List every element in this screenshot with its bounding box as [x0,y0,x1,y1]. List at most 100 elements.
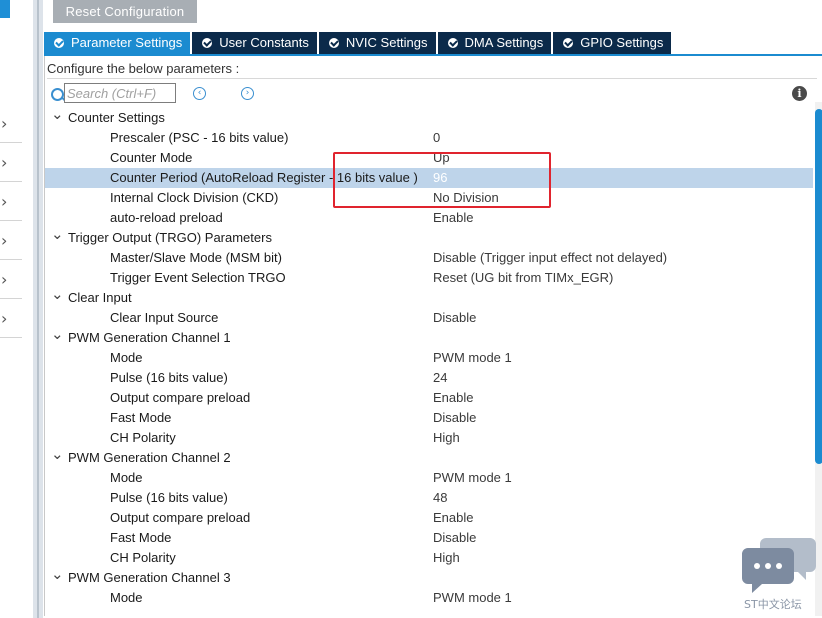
chevron-right-icon: › [1,270,8,289]
parameter-name: CH Polarity [110,550,176,565]
info-icon[interactable]: i [792,86,807,101]
reset-configuration-button[interactable]: Reset Configuration [53,0,197,23]
chevron-right-icon: › [1,153,8,172]
group-header[interactable]: ⌄ Clear Input [45,285,813,308]
parameter-name: Trigger Event Selection TRGO [110,270,286,285]
group-header[interactable]: ⌄ PWM Generation Channel 3 [45,565,813,588]
parameter-row[interactable]: Mode PWM mode 1 [45,348,813,368]
group-title: PWM Generation Channel 2 [68,450,231,465]
tab-user-constants[interactable]: User Constants [192,32,317,54]
parameter-row[interactable]: auto-reload preload Enable [45,208,813,228]
parameter-row[interactable]: Mode PWM mode 1 [45,468,813,488]
splitter-handle[interactable] [37,0,39,618]
chevron-down-icon[interactable]: ⌄ [51,564,64,584]
check-circle-icon [447,38,458,48]
parameter-name: Internal Clock Division (CKD) [110,190,279,205]
parameter-value[interactable]: High [433,428,460,448]
parameter-row[interactable]: Output compare preload Enable [45,508,813,528]
tab-dma-settings[interactable]: DMA Settings [437,32,552,54]
parameter-row[interactable]: Prescaler (PSC - 16 bits value) 0 [45,128,813,148]
chevron-down-icon[interactable]: ⌄ [51,104,64,124]
scrollbar-thumb[interactable] [815,109,822,464]
parameter-value[interactable]: Reset (UG bit from TIMx_EGR) [433,268,613,288]
tab-label: DMA Settings [464,35,544,50]
left-expand-item[interactable]: › [0,299,22,338]
parameter-value[interactable]: 24 [433,368,447,388]
group-title: Clear Input [68,290,132,305]
parameter-row[interactable]: Pulse (16 bits value) 24 [45,368,813,388]
parameter-row[interactable]: Mode PWM mode 1 [45,588,813,608]
parameter-value[interactable]: PWM mode 1 [433,348,512,368]
parameter-name: Fast Mode [110,530,172,545]
left-expand-item[interactable]: › [0,104,22,143]
tab-parameter-settings[interactable]: Parameter Settings [44,32,191,54]
parameter-name: Pulse (16 bits value) [110,490,228,505]
parameter-row[interactable]: Fast Mode Disable [45,528,813,548]
tab-label: NVIC Settings [345,35,428,50]
parameter-value[interactable]: PWM mode 1 [433,468,512,488]
check-circle-icon [202,38,213,48]
configure-label: Configure the below parameters : [47,60,817,79]
left-side-panel: › › › › › › [0,0,34,618]
check-circle-icon [328,38,339,48]
chevron-down-icon[interactable]: ⌄ [51,324,64,344]
parameter-row[interactable]: Master/Slave Mode (MSM bit) Disable (Trig… [45,248,813,268]
parameter-value[interactable]: Enable [433,208,473,228]
parameter-name: Mode [110,590,143,605]
search-input[interactable] [64,83,176,103]
parameter-row[interactable]: Output compare preload Enable [45,388,813,408]
parameter-name: Output compare preload [110,390,251,405]
group-title: PWM Generation Channel 3 [68,570,231,585]
chevron-down-icon[interactable]: ⌄ [51,444,64,464]
parameter-value[interactable]: High [433,548,460,568]
left-panel-tab[interactable] [0,0,10,18]
left-expand-item[interactable]: › [0,260,22,299]
parameter-value[interactable]: Disable [433,408,476,428]
left-expand-item[interactable]: › [0,221,22,260]
parameter-value[interactable]: Enable [433,508,473,528]
check-circle-icon [54,38,64,48]
parameter-row[interactable]: Pulse (16 bits value) 48 [45,488,813,508]
chevron-right-icon: › [1,309,8,328]
parameter-name: Counter Mode [110,150,193,165]
left-expand-item[interactable]: › [0,143,22,182]
parameter-name: Fast Mode [110,410,172,425]
parameter-value[interactable]: Disable [433,528,476,548]
settings-tabs: Parameter Settings User Constants NVIC Set… [44,32,673,54]
parameter-value[interactable]: Disable [433,308,476,328]
parameter-name: Mode [110,350,143,365]
group-header[interactable]: ⌄ PWM Generation Channel 1 [45,325,813,348]
chevron-right-icon: › [1,231,8,250]
group-title: Trigger Output (TRGO) Parameters [68,230,272,245]
tab-label: User Constants [219,35,309,50]
left-expand-item[interactable]: › [0,182,22,221]
arrow-right-circle-icon[interactable]: › [241,87,254,100]
parameter-value[interactable]: 48 [433,488,447,508]
tab-label: Parameter Settings [71,35,183,50]
parameter-value[interactable]: PWM mode 1 [433,588,512,608]
watermark-text: ST中文论坛 [744,598,802,611]
chevron-down-icon[interactable]: ⌄ [51,224,64,244]
parameter-value[interactable]: 0 [433,128,440,148]
group-title: PWM Generation Channel 1 [68,330,231,345]
parameter-name: Mode [110,470,143,485]
group-header[interactable]: ⌄ Counter Settings [45,105,813,128]
parameter-row[interactable]: Trigger Event Selection TRGO Reset (UG bi… [45,268,813,288]
arrow-left-circle-icon[interactable]: ‹ [193,87,206,100]
group-header[interactable]: ⌄ Trigger Output (TRGO) Parameters [45,225,813,248]
parameter-row[interactable]: Fast Mode Disable [45,408,813,428]
chevron-down-icon[interactable]: ⌄ [51,284,64,304]
group-header[interactable]: ⌄ PWM Generation Channel 2 [45,445,813,468]
parameter-row[interactable]: CH Polarity High [45,428,813,448]
parameter-row[interactable]: CH Polarity High [45,548,813,568]
tab-nvic-settings[interactable]: NVIC Settings [318,32,436,54]
parameter-name: Master/Slave Mode (MSM bit) [110,250,282,265]
parameter-name: CH Polarity [110,430,176,445]
group-title: Counter Settings [68,110,165,125]
parameter-row[interactable]: Clear Input Source Disable [45,308,813,328]
parameter-value[interactable]: Enable [433,388,473,408]
tab-gpio-settings[interactable]: GPIO Settings [553,32,672,54]
parameter-value[interactable]: Disable (Trigger input effect not delaye… [433,248,667,268]
search-icon [51,88,64,101]
chevron-right-icon: › [1,114,8,133]
